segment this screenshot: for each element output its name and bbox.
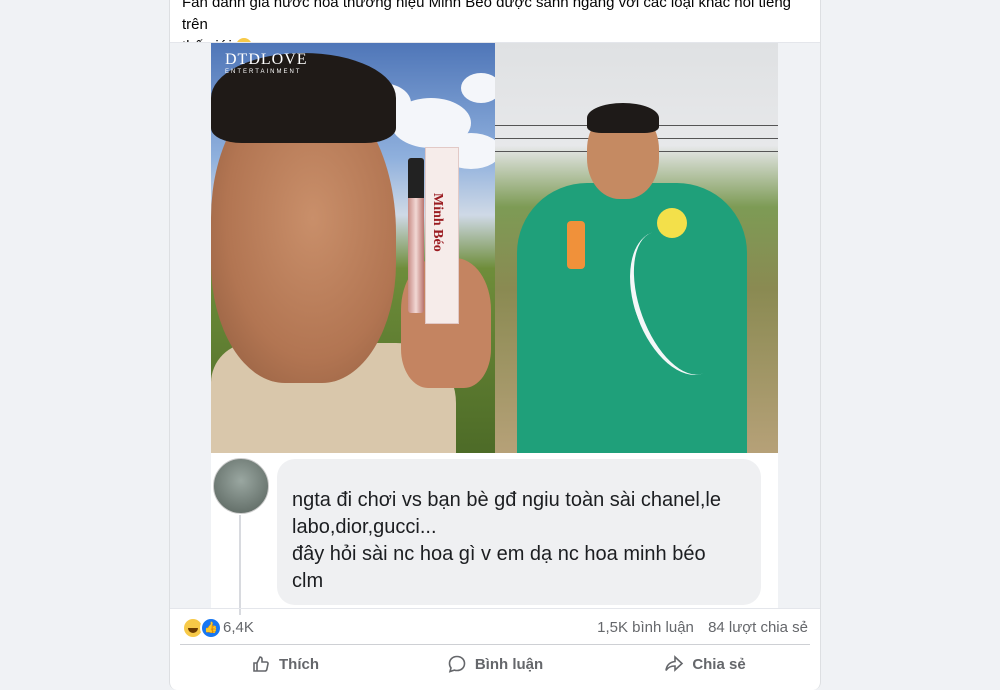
share-count[interactable]: 84 lượt chia sẻ	[708, 619, 808, 636]
comment-screenshot: ngta đi chơi vs bạn bè gđ ngiu toàn sài …	[211, 453, 778, 615]
comment-count[interactable]: 1,5K bình luận	[597, 619, 694, 636]
avatar	[213, 458, 269, 514]
comment-button[interactable]: Bình luận	[390, 645, 600, 683]
reactions-bar: 👍 6,4K 1,5K bình luận 84 lượt chia sẻ	[170, 608, 820, 645]
comment-label: Bình luận	[474, 655, 544, 673]
post-media[interactable]: Minh Béo DTDLOVE ENTERTAINMENT ngta đi c…	[170, 42, 820, 615]
comment-bubble: ngta đi chơi vs bạn bè gđ ngiu toàn sài …	[277, 459, 761, 605]
watermark-sub: ENTERTAINMENT	[225, 69, 302, 75]
comment-text: ngta đi chơi vs bạn bè gđ ngiu toàn sài …	[292, 487, 754, 595]
left-photo-selfie: Minh Béo DTDLOVE ENTERTAINMENT	[211, 43, 495, 453]
like-button[interactable]: Thích	[180, 645, 390, 683]
thumbs-up-icon	[253, 656, 269, 672]
orange-perfume-bottle	[567, 221, 585, 269]
action-bar: Thích Bình luận Chia sẻ	[180, 644, 810, 683]
share-label: Chia sẻ	[692, 655, 746, 673]
post-caption-line1: Fan đánh giá nước hoa thương hiệu Minh B…	[182, 0, 792, 33]
share-arrow-icon	[665, 655, 684, 672]
comment-line2: labo,dior,gucci...	[292, 516, 437, 538]
feed-post: Fan đánh giá nước hoa thương hiệu Minh B…	[169, 0, 821, 690]
like-label: Thích	[279, 655, 319, 673]
post-stats: 1,5K bình luận 84 lượt chia sẻ	[597, 619, 808, 636]
perfume-box-label: Minh Béo	[430, 193, 445, 252]
comment-line4: clm	[292, 570, 324, 592]
watermark-logo: DTDLOVE ENTERTAINMENT	[225, 51, 308, 75]
right-photo-ao-dai	[495, 43, 778, 453]
share-button[interactable]: Chia sẻ	[600, 645, 810, 683]
thread-line	[239, 515, 241, 615]
watermark-main: DTDLOVE	[225, 51, 308, 68]
comment-line1: ngta đi chơi vs bạn bè gđ ngiu toàn sài …	[292, 489, 721, 511]
comment-line3: đây hỏi sài nc hoa gì v em dạ nc hoa min…	[292, 543, 706, 565]
comment-bubble-icon	[448, 655, 466, 673]
reaction-count[interactable]: 6,4K	[223, 619, 254, 636]
like-reaction-icon[interactable]: 👍	[200, 617, 222, 639]
